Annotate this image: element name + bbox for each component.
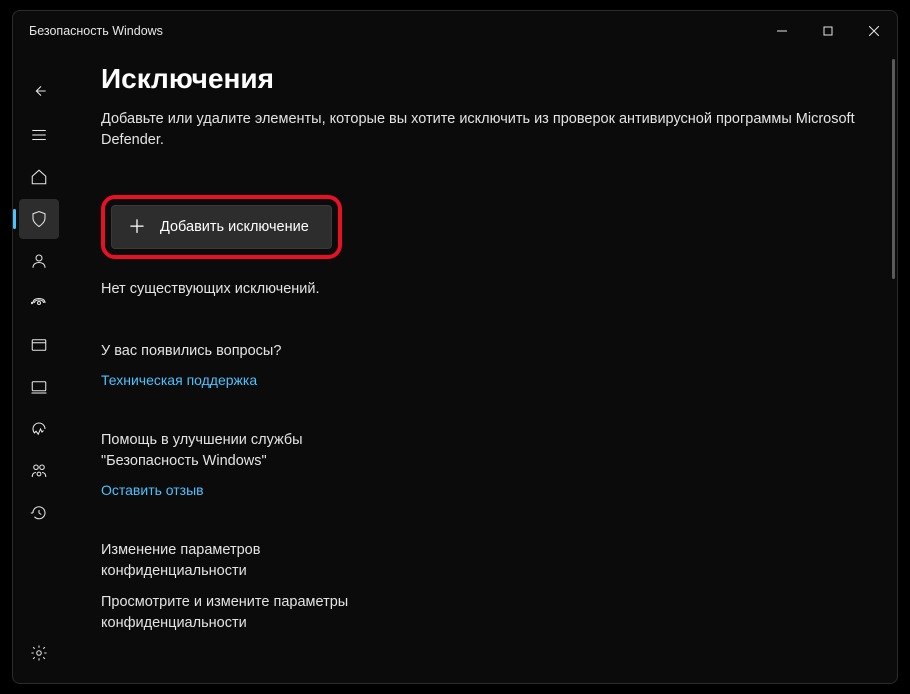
family-icon [30, 462, 48, 480]
nav-home-button[interactable] [19, 157, 59, 197]
privacy-text: Просмотрите и измените параметры конфиде… [101, 592, 361, 634]
add-exclusion-button[interactable]: ＋ Добавить исключение [111, 205, 332, 249]
close-icon [869, 26, 879, 36]
window-body: Исключения Добавьте или удалите элементы… [13, 51, 897, 683]
nav-app-browser-button[interactable] [19, 325, 59, 365]
nav-device-performance-button[interactable] [19, 409, 59, 449]
gear-icon [30, 644, 48, 662]
privacy-section: Изменение параметров конфиденциальности … [101, 540, 361, 634]
sidebar [13, 51, 65, 683]
device-performance-icon [30, 420, 48, 438]
shield-icon [30, 210, 48, 228]
nav-family-button[interactable] [19, 451, 59, 491]
window-title: Безопасность Windows [29, 24, 163, 38]
window-controls [759, 15, 897, 47]
help-link[interactable]: Техническая поддержка [101, 372, 257, 388]
nav-virus-protection-button[interactable] [19, 199, 59, 239]
nav-settings-button[interactable] [19, 633, 59, 673]
close-button[interactable] [851, 15, 897, 47]
content-area: Исключения Добавьте или удалите элементы… [65, 51, 897, 683]
home-icon [30, 168, 48, 186]
app-window: Безопасность Windows [12, 10, 898, 684]
menu-icon [30, 126, 48, 144]
help-section: У вас появились вопросы? Техническая под… [101, 341, 361, 390]
nav-device-security-button[interactable] [19, 367, 59, 407]
plus-icon: ＋ [128, 218, 146, 236]
back-button[interactable] [23, 75, 55, 107]
feedback-heading: Помощь в улучшении службы "Безопасность … [101, 430, 361, 472]
privacy-heading: Изменение параметров конфиденциальности [101, 540, 361, 582]
titlebar: Безопасность Windows [13, 11, 897, 51]
exclusions-empty-status: Нет существующих исключений. [101, 281, 897, 297]
feedback-link[interactable]: Оставить отзыв [101, 482, 204, 498]
device-security-icon [30, 378, 48, 396]
page-title: Исключения [101, 63, 897, 95]
scrollbar-thumb[interactable] [892, 59, 895, 279]
app-browser-icon [30, 336, 48, 354]
add-exclusion-label: Добавить исключение [160, 219, 309, 235]
page-description: Добавьте или удалите элементы, которые в… [101, 109, 881, 151]
maximize-icon [823, 26, 833, 36]
nav-menu-button[interactable] [19, 115, 59, 155]
feedback-section: Помощь в улучшении службы "Безопасность … [101, 430, 361, 500]
maximize-button[interactable] [805, 15, 851, 47]
minimize-button[interactable] [759, 15, 805, 47]
nav-firewall-button[interactable] [19, 283, 59, 323]
history-icon [30, 504, 48, 522]
firewall-icon [30, 294, 48, 312]
account-icon [30, 252, 48, 270]
help-heading: У вас появились вопросы? [101, 341, 361, 362]
minimize-icon [777, 26, 787, 36]
back-arrow-icon [31, 83, 47, 99]
nav-account-protection-button[interactable] [19, 241, 59, 281]
nav-protection-history-button[interactable] [19, 493, 59, 533]
add-exclusion-highlight: ＋ Добавить исключение [101, 195, 342, 259]
